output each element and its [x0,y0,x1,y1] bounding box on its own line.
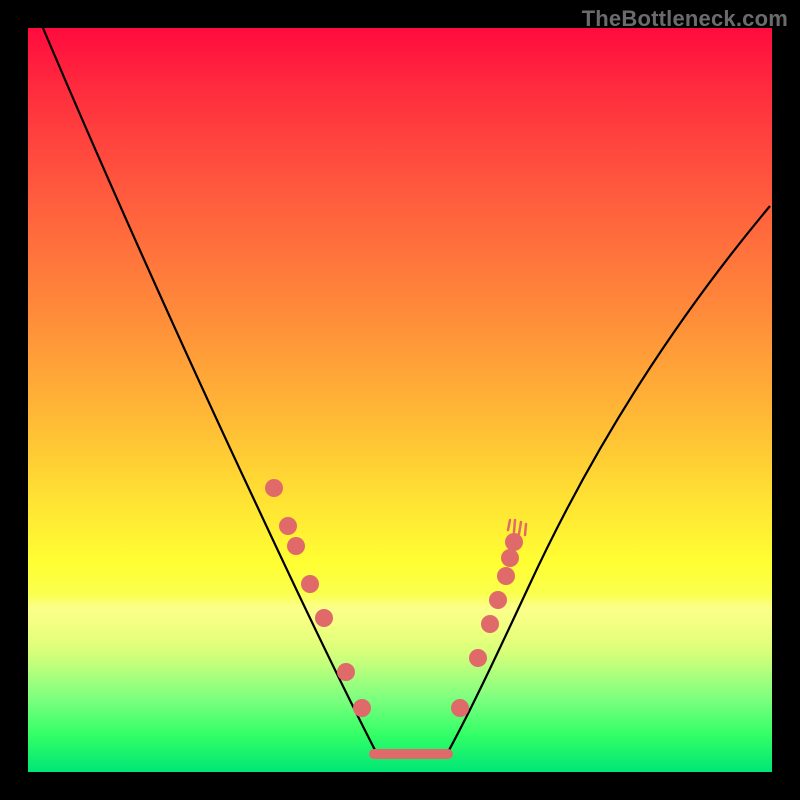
marker-dot [265,479,283,497]
curve-svg [28,28,772,772]
marker-dot [337,663,355,681]
marker-dot [279,517,297,535]
marker-dot [301,575,319,593]
bottleneck-curve [43,28,770,752]
plot-area [28,28,772,772]
marker-dot [315,609,333,627]
marker-dot [469,649,487,667]
marker-dot [353,699,371,717]
marker-dot [287,537,305,555]
chart-frame: TheBottleneck.com [0,0,800,800]
marker-dot [481,615,499,633]
marker-dot [505,533,523,551]
marker-dot [451,699,469,717]
rough-marker [508,520,526,535]
marker-dot [501,549,519,567]
marker-dot [489,591,507,609]
marker-dot [497,567,515,585]
